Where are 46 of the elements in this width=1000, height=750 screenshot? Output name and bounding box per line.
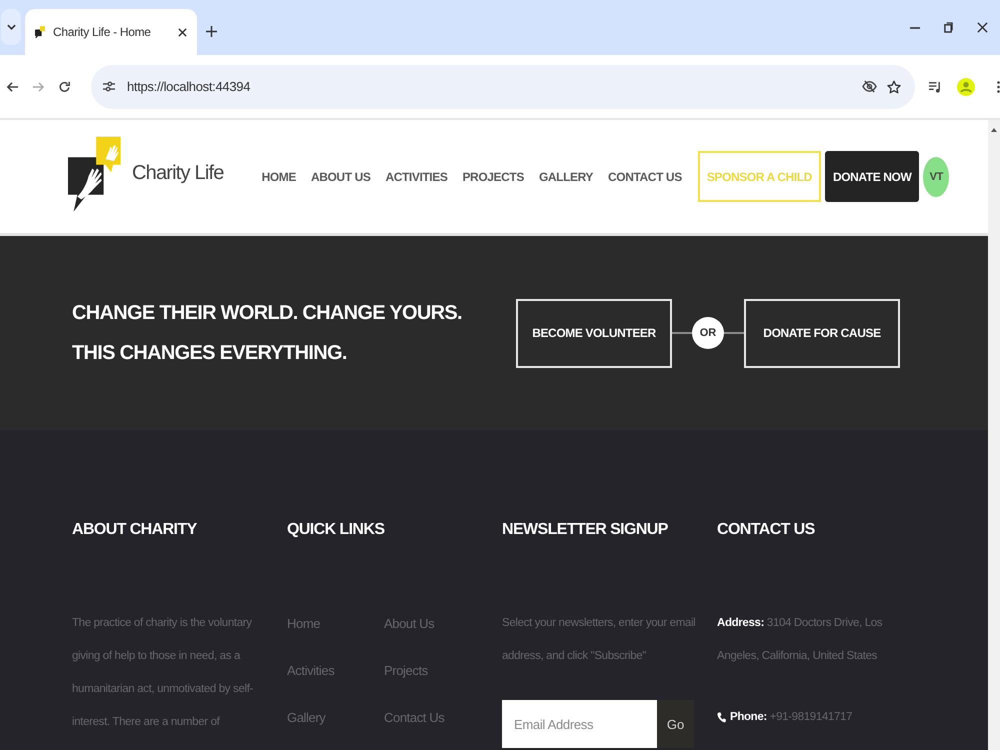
scrollbar[interactable] (988, 120, 1000, 750)
footer-heading: QUICK LINKS (287, 520, 386, 540)
more-menu-icon[interactable] (997, 80, 1000, 94)
nav-link[interactable]: ACTIVITIES (385, 170, 448, 184)
about-text: The practice of charity is the voluntary giving of help to those in need, as a humanitarian act, unmotivated by self-interest. There are a number of (72, 616, 254, 730)
restore-icon[interactable] (944, 22, 953, 33)
nav-link[interactable]: GALLERY (538, 170, 594, 184)
playlist-icon[interactable] (929, 80, 942, 92)
reload-icon[interactable] (58, 80, 71, 92)
phone-text: Phone: +91-9819141717 (730, 710, 852, 725)
phone-icon (717, 712, 726, 723)
profile-avatar-icon[interactable] (957, 78, 975, 96)
nav-link[interactable]: PROJECTS (462, 170, 524, 184)
footer-heading: NEWSLETTER SIGNUP (502, 520, 669, 540)
new-tab-icon[interactable] (206, 26, 217, 37)
close-window-icon[interactable] (977, 22, 988, 33)
user-avatar[interactable]: VT (923, 156, 950, 196)
url-text[interactable]: https://localhost:44394 (126, 79, 250, 94)
footer-heading: ABOUT CHARITY (72, 520, 198, 540)
footer-heading: CONTACT US (717, 520, 816, 540)
address-bar[interactable]: https://localhost:44394 (90, 64, 916, 108)
nav-link[interactable]: CONTACT US (608, 170, 682, 184)
chevron-down-icon (6, 24, 16, 30)
email-field[interactable]: Email Address (502, 700, 657, 748)
cta-headline: CHANGE THEIR WORLD. CHANGE YOURS. THIS CHANGES EVERYTHING. (72, 301, 462, 366)
volunteer-button[interactable]: BECOME VOLUNTEER (516, 298, 672, 368)
go-button[interactable]: Go (657, 700, 694, 748)
newsletter-text: Select your newsletters, enter your email address, and click "Subscribe" (502, 616, 696, 664)
nav-link[interactable]: ABOUT US (310, 170, 370, 184)
bookmark-star-icon[interactable] (887, 80, 902, 94)
favicon-icon (35, 26, 45, 38)
nav-link[interactable]: HOME (262, 170, 296, 184)
back-arrow-icon[interactable] (6, 80, 19, 92)
close-tab-icon[interactable] (178, 28, 187, 36)
minimize-icon[interactable] (910, 26, 920, 28)
eye-slash-icon[interactable] (862, 80, 878, 93)
address-text: Address: 3104 Doctors Drive, Los Angeles, California, United States (717, 616, 884, 664)
connector-line (724, 332, 744, 334)
browser-tab[interactable]: Charity Life - Home (25, 9, 197, 55)
scroll-up-icon[interactable] (991, 128, 997, 132)
donate-button[interactable]: DONATE NOW (824, 151, 920, 202)
connector-line (672, 332, 692, 334)
or-badge: OR (692, 317, 724, 349)
logo-text[interactable]: Charity Life (132, 162, 224, 185)
site-settings-icon[interactable] (102, 81, 115, 92)
donate-cause-button[interactable]: DONATE FOR CAUSE (744, 298, 900, 368)
